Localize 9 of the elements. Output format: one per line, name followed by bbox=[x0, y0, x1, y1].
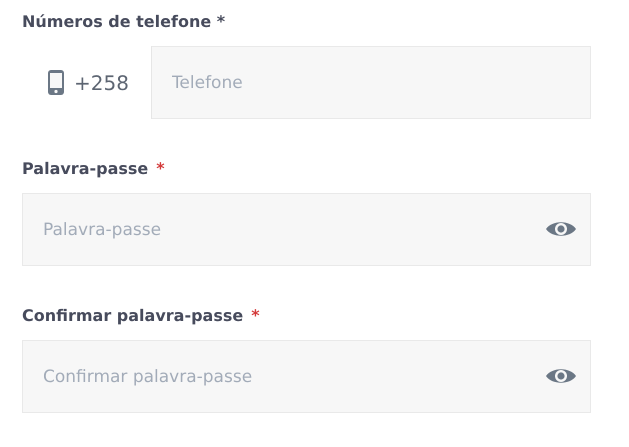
country-code: +258 bbox=[74, 70, 129, 96]
password-field[interactable]: Confirmar palavra-passe bbox=[22, 340, 591, 413]
password-field[interactable]: Palavra-passe bbox=[22, 193, 591, 266]
required-asterisk: * bbox=[251, 305, 260, 327]
field-label: Confirmar palavra-passe bbox=[22, 305, 244, 327]
phone-icon bbox=[48, 70, 64, 95]
required-asterisk: * bbox=[156, 158, 165, 180]
field-label: Números de telefone * bbox=[22, 11, 226, 33]
field-label: Palavra-passe bbox=[22, 158, 148, 180]
